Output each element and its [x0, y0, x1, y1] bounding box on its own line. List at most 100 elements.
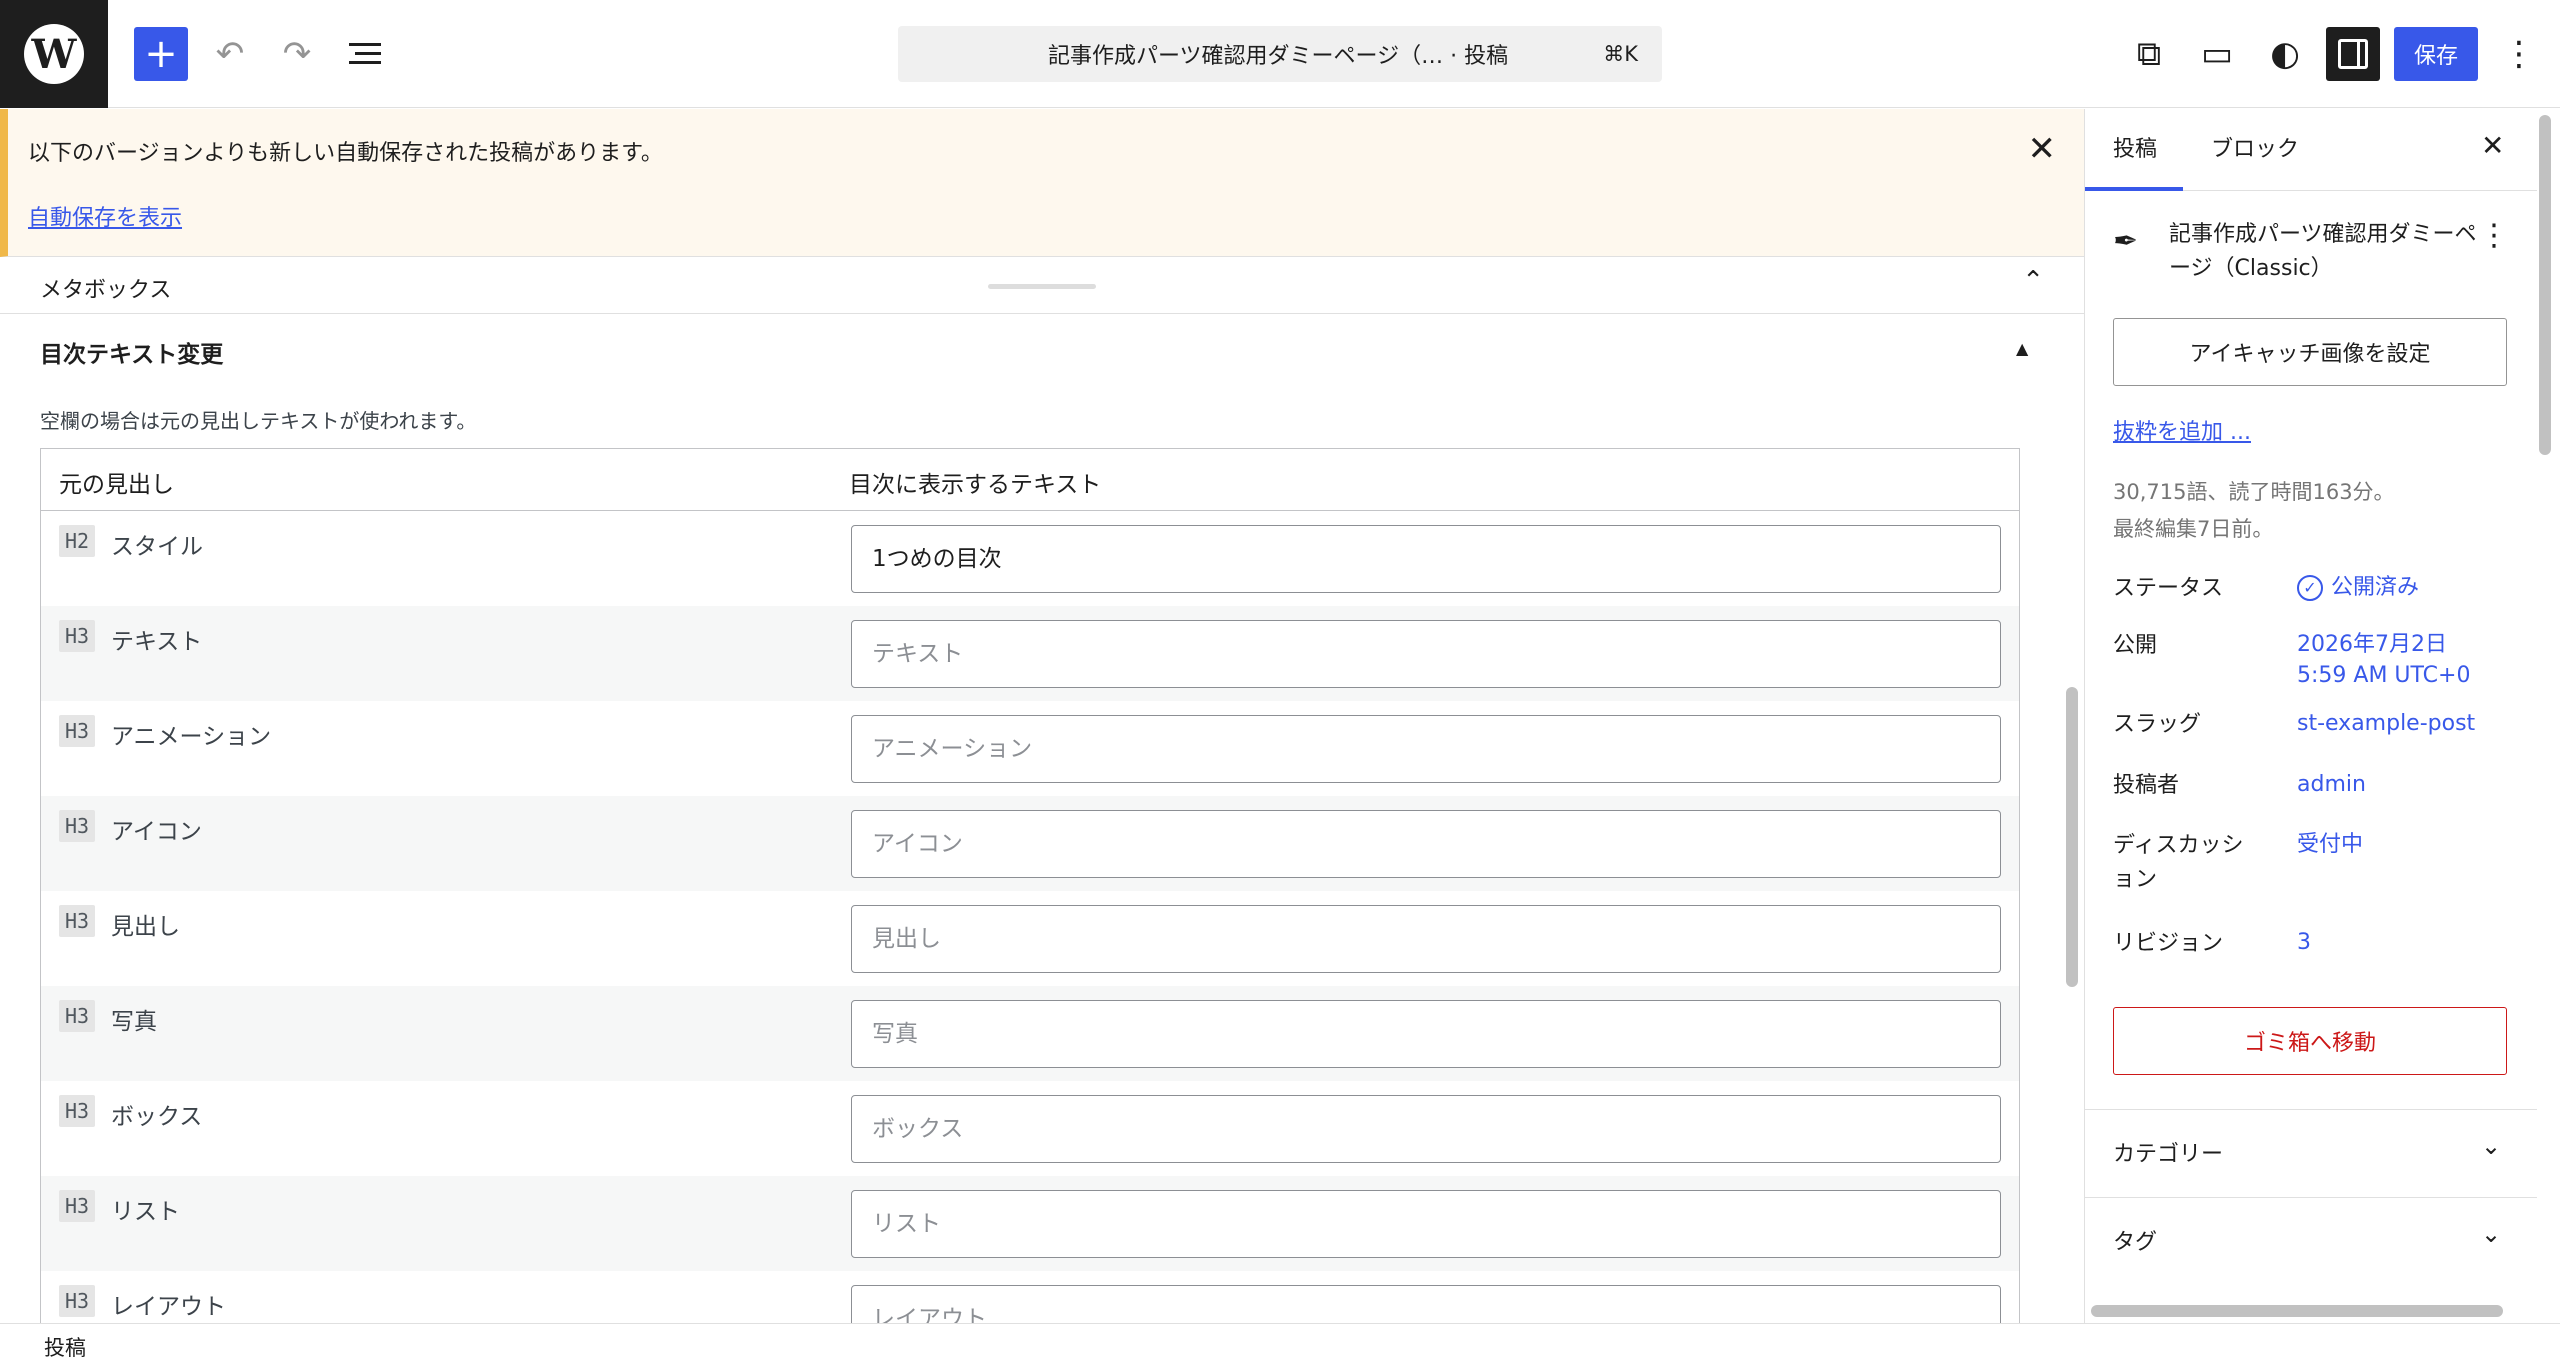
add-excerpt-link[interactable]: 抜粋を追加 ...	[2113, 414, 2251, 446]
view-post-button[interactable]: ⧉	[2122, 27, 2176, 81]
external-link-icon: ⧉	[2136, 34, 2162, 74]
close-icon[interactable]: ✕	[2028, 129, 2057, 169]
plus-icon: +	[144, 31, 178, 77]
save-button[interactable]: 保存	[2394, 27, 2478, 81]
block-breadcrumb-bar: 投稿	[0, 1323, 2560, 1365]
sidebar-tabs: 投稿 ブロック ✕	[2085, 109, 2537, 191]
heading-level-badge: H3	[59, 1285, 96, 1317]
table-body: H2 スタイル 1つめの目次 H3 テキスト テキスト H3 アニメーション アニメーション H3…	[41, 511, 2019, 1323]
toc-text-input[interactable]: 写真	[851, 1000, 2001, 1068]
col-toc-text: 目次に表示するテキスト	[849, 472, 1102, 498]
notice-message: 以下のバージョンよりも新しい自動保存された投稿があります。	[28, 141, 663, 166]
sidebar-icon	[2338, 39, 2368, 69]
discussion-value[interactable]: 受付中	[2297, 829, 2363, 860]
status-value[interactable]: ✓ 公開済み	[2297, 572, 2419, 603]
undo-icon: ↶	[215, 34, 245, 74]
document-overview-button[interactable]	[338, 27, 392, 81]
breadcrumb[interactable]: 投稿	[44, 1332, 86, 1362]
original-heading-text: テキスト	[111, 629, 203, 655]
styles-button[interactable]: ◐	[2258, 27, 2312, 81]
more-vertical-icon[interactable]: ⋮	[2479, 218, 2509, 253]
tab-block[interactable]: ブロック	[2211, 131, 2299, 163]
heading-level-badge: H3	[59, 1000, 96, 1032]
undo-button[interactable]: ↶	[203, 27, 257, 81]
autosave-notice: 以下のバージョンよりも新しい自動保存された投稿があります。 自動保存を表示 ✕	[0, 109, 2084, 257]
toc-text-input[interactable]: リスト	[851, 1190, 2001, 1258]
original-heading-text: レイアウト	[111, 1294, 226, 1320]
set-featured-image-button[interactable]: アイキャッチ画像を設定	[2113, 318, 2507, 386]
original-heading-text: アイコン	[111, 819, 202, 845]
collapse-triangle-icon[interactable]: ▲	[2016, 339, 2028, 358]
tab-post[interactable]: 投稿	[2113, 131, 2157, 163]
heading-level-badge: H3	[59, 715, 96, 747]
author-label: 投稿者	[2113, 773, 2180, 798]
metabox-title: メタボックス	[40, 278, 172, 303]
post-title: 記事作成パーツ確認用ダミーページ（Classic）	[2169, 222, 2477, 281]
metabox-header[interactable]: メタボックス ⌃	[0, 258, 2084, 314]
publish-date-button[interactable]: 2026年7月2日 5:59 AM UTC+0	[2297, 629, 2470, 691]
toc-text-input[interactable]: アニメーション	[851, 715, 2001, 783]
original-heading-text: スタイル	[111, 534, 203, 560]
table-row: H3 見出し 見出し	[41, 891, 2019, 986]
device-preview-button[interactable]: ▭	[2190, 27, 2244, 81]
redo-icon: ↷	[282, 34, 312, 74]
toc-text-input[interactable]: 見出し	[851, 905, 2001, 973]
toc-text-input[interactable]: アイコン	[851, 810, 2001, 878]
heading-level-badge: H3	[59, 905, 96, 937]
editor-content: 以下のバージョンよりも新しい自動保存された投稿があります。 自動保存を表示 ✕ …	[0, 109, 2084, 1323]
toc-metabox: 目次テキスト変更 ▲ 空欄の場合は元の見出しテキストが使われます。 元の見出し …	[0, 315, 2060, 1323]
command-palette-button[interactable]: 記事作成パーツ確認用ダミーページ（… · 投稿 ⌘K	[898, 26, 1662, 82]
table-row: H3 写真 写真	[41, 986, 2019, 1081]
tags-panel[interactable]: タグ ⌄	[2085, 1197, 2537, 1285]
table-row: H3 リスト リスト	[41, 1176, 2019, 1271]
toc-text-input[interactable]: レイアウト	[851, 1285, 2001, 1323]
toc-description: 空欄の場合は元の見出しテキストが使われます。	[40, 409, 477, 433]
wordpress-logo-button[interactable]: W	[0, 0, 108, 108]
toc-text-input[interactable]: テキスト	[851, 620, 2001, 688]
table-row: H3 レイアウト レイアウト	[41, 1271, 2019, 1323]
sidebar-horizontal-scrollbar[interactable]	[2091, 1305, 2503, 1317]
add-block-button[interactable]: +	[134, 27, 188, 81]
table-row: H2 スタイル 1つめの目次	[41, 511, 2019, 606]
heading-level-badge: H3	[59, 1190, 96, 1222]
slug-value[interactable]: st-example-post	[2297, 708, 2475, 739]
discussion-label: ディスカッシ ョン	[2113, 833, 2244, 892]
post-stats: 30,715語、読了時間163分。 最終編集7日前。	[2113, 480, 2395, 541]
table-row: H3 テキスト テキスト	[41, 606, 2019, 701]
laptop-icon: ▭	[2200, 34, 2234, 74]
heading-level-badge: H3	[59, 1095, 96, 1127]
toc-box-title: 目次テキスト変更	[40, 342, 224, 368]
close-icon[interactable]: ✕	[2481, 129, 2504, 162]
view-autosave-link[interactable]: 自動保存を表示	[28, 200, 182, 232]
main-scrollbar[interactable]	[2066, 687, 2078, 987]
post-icon: ✒	[2113, 224, 2139, 259]
settings-sidebar: 投稿 ブロック ✕ ✒ 記事作成パーツ確認用ダミーページ（Classic） ⋮ …	[2084, 109, 2560, 1323]
resize-handle[interactable]	[988, 284, 1096, 289]
toc-text-input[interactable]: ボックス	[851, 1095, 2001, 1163]
revisions-value[interactable]: 3	[2297, 927, 2311, 958]
author-value[interactable]: admin	[2297, 769, 2366, 800]
chevron-down-icon: ⌄	[2481, 1132, 2502, 1160]
check-circle-icon: ✓	[2297, 575, 2323, 601]
more-vertical-icon: ⋮	[2502, 34, 2536, 74]
original-heading-text: ボックス	[111, 1104, 203, 1130]
categories-panel[interactable]: カテゴリー ⌄	[2085, 1109, 2537, 1197]
move-to-trash-button[interactable]: ゴミ箱へ移動	[2113, 1007, 2507, 1075]
chevron-up-icon[interactable]: ⌃	[2022, 266, 2044, 296]
settings-button[interactable]	[2326, 27, 2380, 81]
status-label: ステータス	[2113, 576, 2224, 601]
toc-table: 元の見出し 目次に表示するテキスト H2 スタイル 1つめの目次 H3 テキスト テキスト…	[40, 448, 2020, 1323]
wordpress-icon: W	[24, 24, 84, 84]
document-title: 記事作成パーツ確認用ダミーページ（… · 投稿	[1048, 44, 1509, 69]
active-tab-indicator	[2085, 187, 2183, 191]
original-heading-text: リスト	[111, 1199, 180, 1225]
table-row: H3 ボックス ボックス	[41, 1081, 2019, 1176]
original-heading-text: アニメーション	[111, 724, 272, 750]
table-header: 元の見出し 目次に表示するテキスト	[41, 449, 2019, 511]
publish-label: 公開	[2113, 633, 2158, 658]
options-button[interactable]: ⋮	[2492, 27, 2546, 81]
sidebar-scrollbar[interactable]	[2539, 115, 2551, 455]
post-summary: ✒ 記事作成パーツ確認用ダミーページ（Classic） ⋮ アイキャッチ画像を設…	[2085, 192, 2537, 1114]
toc-text-input[interactable]: 1つめの目次	[851, 525, 2001, 593]
redo-button[interactable]: ↷	[270, 27, 324, 81]
